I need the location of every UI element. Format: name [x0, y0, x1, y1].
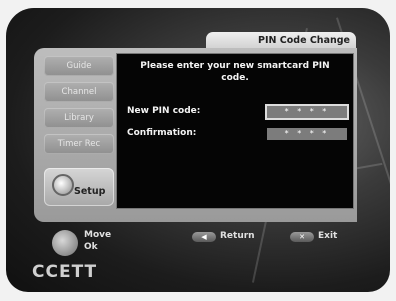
dialog-message: Please enter your new smartcard PIN code… [117, 60, 353, 84]
menu-item-channel[interactable]: Channel [44, 82, 114, 102]
navigation-pad-icon [52, 230, 78, 256]
exit-button-icon: ✕ [290, 232, 314, 242]
new-pin-field[interactable]: * * * * [267, 106, 347, 118]
menu-item-guide[interactable]: Guide [44, 56, 114, 76]
menu-item-library[interactable]: Library [44, 108, 114, 128]
menu-item-timer-rec[interactable]: Timer Rec [44, 134, 114, 154]
dialog-message-line1: Please enter your new smartcard PIN [140, 61, 330, 71]
confirmation-field[interactable]: * * * * [267, 128, 347, 140]
return-button-icon: ◀ [192, 232, 216, 242]
dialog-message-line2: code. [221, 73, 249, 83]
setup-label: Setup [74, 186, 106, 197]
confirmation-label: Confirmation: [127, 128, 197, 138]
tv-screen: PIN Code Change Guide Channel Library Ti… [6, 8, 390, 292]
move-hint: Move [84, 230, 112, 240]
pin-change-dialog: Please enter your new smartcard PIN code… [116, 53, 354, 209]
gear-icon [52, 174, 74, 196]
exit-hint[interactable]: Exit [318, 231, 337, 241]
brand-logo: CCETT [32, 262, 98, 282]
new-pin-label: New PIN code: [127, 106, 201, 116]
ok-hint: Ok [84, 242, 98, 252]
return-hint[interactable]: Return [220, 231, 255, 241]
menu-item-setup[interactable]: Setup [44, 168, 114, 206]
